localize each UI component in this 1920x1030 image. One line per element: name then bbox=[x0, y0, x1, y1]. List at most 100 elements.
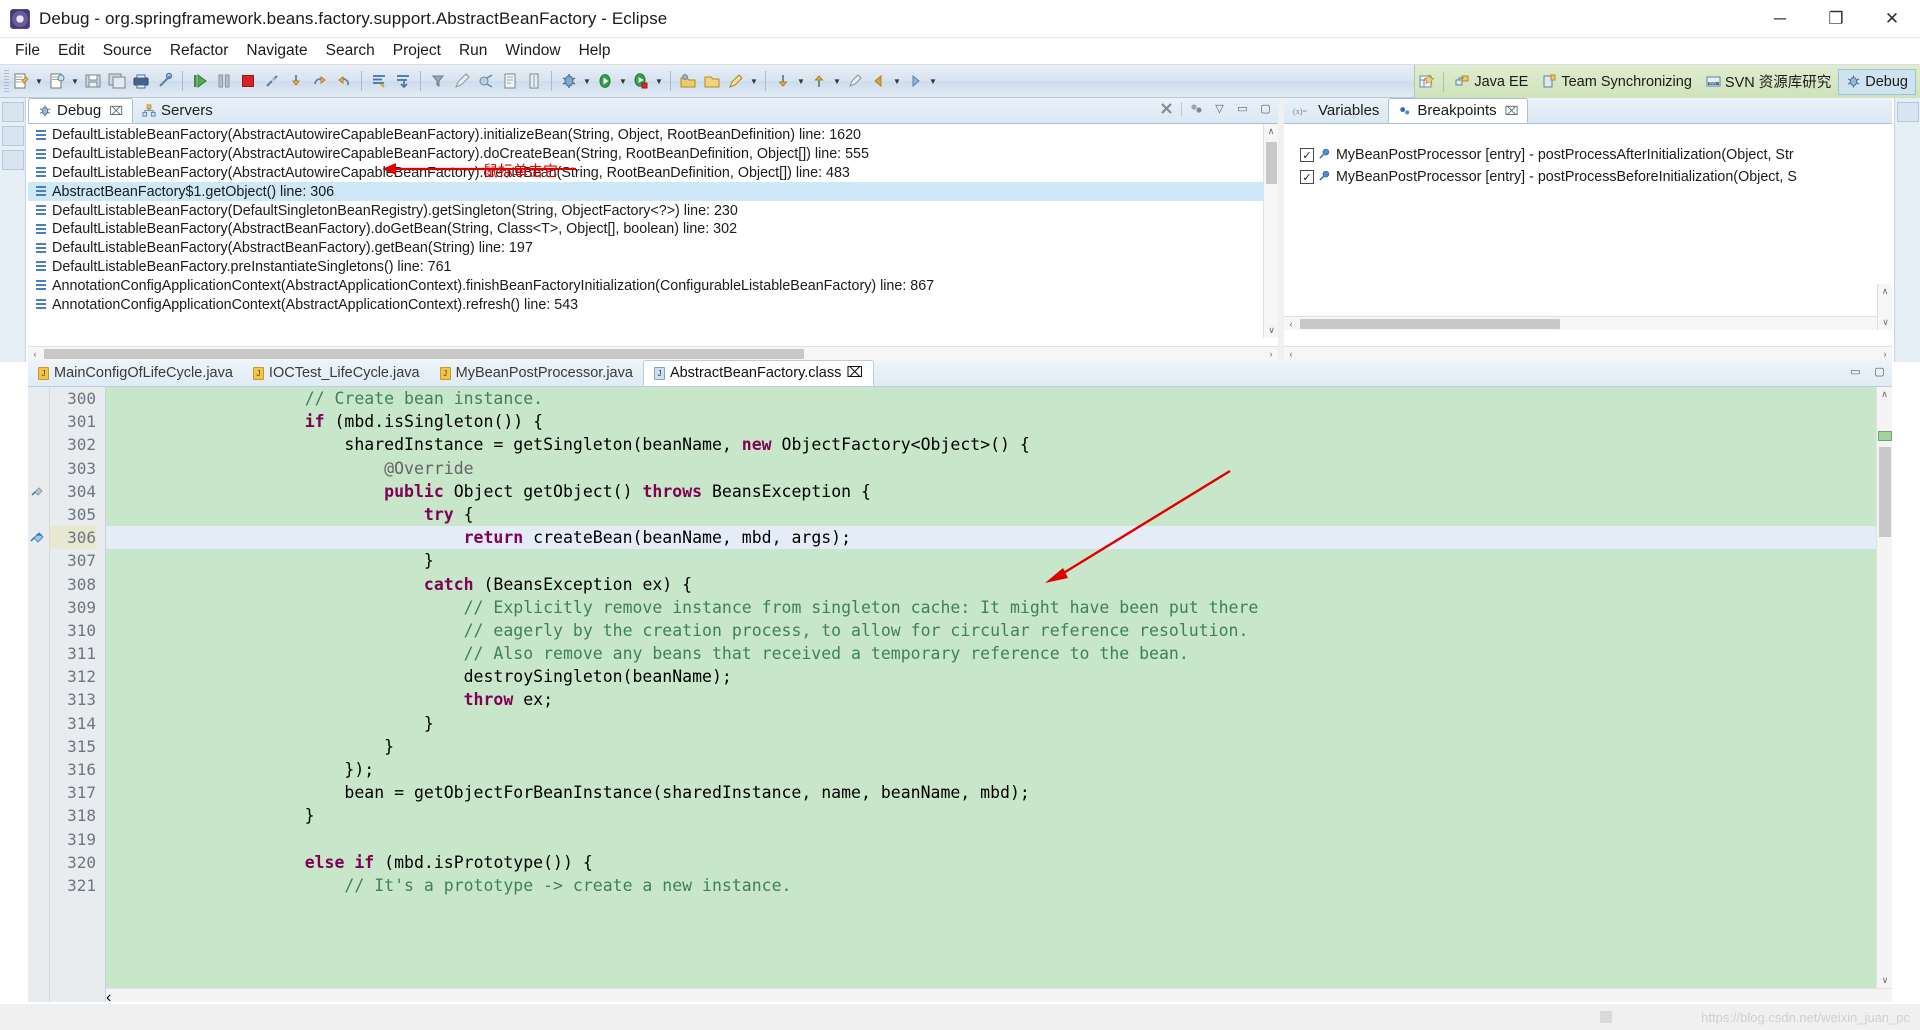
code-line[interactable]: } bbox=[106, 804, 1892, 827]
breakpoints-bottom-hscrollbar[interactable]: ‹ › bbox=[1284, 346, 1892, 360]
code-line[interactable]: destroySingleton(beanName); bbox=[106, 665, 1892, 688]
menu-item-project[interactable]: Project bbox=[384, 40, 450, 62]
bp-scroll-up-arrow-icon[interactable]: ∧ bbox=[1878, 284, 1892, 299]
bp-scroll-down-arrow-icon[interactable]: ∨ bbox=[1878, 315, 1893, 330]
editor-hscroll-left-arrow-icon[interactable]: ‹ bbox=[106, 989, 1892, 1002]
terminate-icon[interactable] bbox=[237, 70, 259, 92]
code-line[interactable]: // Explicitly remove instance from singl… bbox=[106, 596, 1892, 619]
editor-minimize-icon[interactable]: ▭ bbox=[1847, 363, 1864, 380]
breakpoint-row[interactable]: ✓ MyBeanPostProcessor [entry] - postProce… bbox=[1284, 166, 1892, 188]
perspective-java-ee[interactable]: Java EE bbox=[1448, 69, 1535, 95]
code-line[interactable]: return createBean(beanName, mbd, args); bbox=[106, 526, 1892, 550]
marker-slot[interactable] bbox=[28, 619, 49, 642]
stack-frame-row[interactable]: AnnotationConfigApplicationContext(Abstr… bbox=[28, 276, 1278, 295]
rail-package-explorer-icon[interactable] bbox=[1, 126, 24, 146]
code-line[interactable]: throw ex; bbox=[106, 688, 1892, 711]
run-coverage-icon[interactable] bbox=[630, 70, 652, 92]
stack-frames-list[interactable]: DefaultListableBeanFactory(AbstractAutow… bbox=[28, 124, 1278, 346]
code-line[interactable]: // Create bean instance. bbox=[106, 387, 1892, 410]
editor-scroll-down-arrow-icon[interactable]: ∨ bbox=[1877, 973, 1892, 988]
forward-icon[interactable] bbox=[904, 70, 926, 92]
close-tab-icon[interactable]: ⌧ bbox=[109, 104, 123, 118]
bp-hscroll-thumb[interactable] bbox=[1300, 319, 1560, 329]
new-wizard-icon[interactable] bbox=[10, 70, 32, 92]
run-dropdown-icon[interactable]: ▼ bbox=[617, 70, 629, 92]
marker-slot[interactable] bbox=[28, 433, 49, 456]
tab-breakpoints[interactable]: Breakpoints ⌧ bbox=[1388, 98, 1529, 123]
stack-frame-row[interactable]: AnnotationConfigApplicationContext(Abstr… bbox=[28, 295, 1278, 314]
step-return-icon[interactable] bbox=[333, 70, 355, 92]
marker-slot[interactable] bbox=[28, 828, 49, 851]
minimize-button[interactable]: ─ bbox=[1752, 0, 1808, 38]
save-icon[interactable] bbox=[82, 70, 104, 92]
open-perspective-icon[interactable] bbox=[1416, 71, 1438, 93]
external-tools-icon[interactable] bbox=[677, 70, 699, 92]
stack-frame-row[interactable]: DefaultListableBeanFactory.preInstantiat… bbox=[28, 258, 1278, 277]
menu-item-navigate[interactable]: Navigate bbox=[237, 40, 316, 62]
breakpoint-checkbox[interactable]: ✓ bbox=[1300, 148, 1314, 162]
code-line[interactable]: sharedInstance = getSingleton(beanName, … bbox=[106, 433, 1892, 456]
code-line[interactable]: bean = getObjectForBeanInstance(sharedIn… bbox=[106, 781, 1892, 804]
marker-slot[interactable] bbox=[28, 410, 49, 433]
step-into-icon[interactable] bbox=[285, 70, 307, 92]
code-line[interactable]: // Also remove any beans that received a… bbox=[106, 642, 1892, 665]
stack-frame-row[interactable]: AbstractBeanFactory$1.getObject() line: … bbox=[28, 182, 1278, 202]
editor-maximize-icon[interactable]: ▢ bbox=[1871, 363, 1888, 380]
hscroll-thumb[interactable] bbox=[44, 349, 804, 359]
use-step-filters-icon[interactable] bbox=[427, 70, 449, 92]
open-folder-icon[interactable] bbox=[701, 70, 723, 92]
breakpoints-vertical-scrollbar[interactable]: ∧ ∨ bbox=[1877, 284, 1892, 330]
debug-dropdown-icon[interactable]: ▼ bbox=[581, 70, 593, 92]
next-annotation-dropdown-icon[interactable]: ▼ bbox=[795, 70, 807, 92]
editor-overview-marker[interactable] bbox=[1878, 431, 1892, 441]
code-line[interactable]: }); bbox=[106, 758, 1892, 781]
debug-view-vertical-scrollbar[interactable]: ∧ ∨ bbox=[1263, 124, 1278, 338]
editor-tab-abstractbeanfactory-class[interactable]: J AbstractBeanFactory.class ⌧ bbox=[642, 360, 875, 386]
stack-frame-row[interactable]: DefaultListableBeanFactory(AbstractBeanF… bbox=[28, 220, 1278, 239]
run-coverage-dropdown-icon[interactable]: ▼ bbox=[653, 70, 665, 92]
marker-slot[interactable] bbox=[28, 874, 49, 897]
build-icon[interactable] bbox=[475, 70, 497, 92]
menu-item-help[interactable]: Help bbox=[570, 40, 620, 62]
code-line[interactable]: } bbox=[106, 712, 1892, 735]
new-java-class-dropdown-icon[interactable]: ▼ bbox=[69, 70, 81, 92]
view-menu-icon[interactable]: ▽ bbox=[1211, 100, 1228, 117]
marker-slot[interactable] bbox=[28, 712, 49, 735]
code-line[interactable]: public Object getObject() throws BeansEx… bbox=[106, 480, 1892, 503]
close-button[interactable]: ✕ bbox=[1864, 0, 1920, 38]
stack-frame-row[interactable]: DefaultListableBeanFactory(AbstractAutow… bbox=[28, 164, 1278, 183]
breakpoint-row[interactable]: ✓ MyBeanPostProcessor [entry] - postProce… bbox=[1284, 144, 1892, 166]
new-java-class-icon[interactable] bbox=[46, 70, 68, 92]
marker-slot[interactable] bbox=[28, 549, 49, 572]
search-dropdown-icon[interactable]: ▼ bbox=[748, 70, 760, 92]
bp-bottom-left-arrow-icon[interactable]: ‹ bbox=[1284, 347, 1298, 361]
debug-view-horizontal-scrollbar[interactable]: ‹ › bbox=[28, 346, 1278, 360]
scroll-up-arrow-icon[interactable]: ∧ bbox=[1264, 124, 1278, 139]
bp-bottom-right-arrow-icon[interactable]: › bbox=[1878, 347, 1892, 361]
disconnect-icon[interactable] bbox=[261, 70, 283, 92]
previous-annotation-icon[interactable] bbox=[808, 70, 830, 92]
tab-servers[interactable]: Servers bbox=[133, 98, 222, 123]
code-line[interactable]: } bbox=[106, 549, 1892, 572]
code-line[interactable]: else if (mbd.isPrototype()) { bbox=[106, 851, 1892, 874]
editor-scroll-up-arrow-icon[interactable]: ∧ bbox=[1877, 387, 1892, 402]
open-type-icon[interactable] bbox=[499, 70, 521, 92]
link-icon[interactable] bbox=[154, 70, 176, 92]
suspend-icon[interactable] bbox=[213, 70, 235, 92]
stack-frame-row[interactable]: DefaultListableBeanFactory(AbstractBeanF… bbox=[28, 239, 1278, 258]
rail-outline-toggle-icon[interactable] bbox=[1896, 102, 1919, 122]
marker-slot[interactable] bbox=[28, 596, 49, 619]
code-line[interactable]: } bbox=[106, 735, 1892, 758]
marker-slot[interactable] bbox=[28, 387, 49, 410]
step-filter-icon[interactable] bbox=[368, 70, 390, 92]
maximize-icon[interactable]: ▢ bbox=[1257, 100, 1274, 117]
marker-slot[interactable] bbox=[28, 480, 49, 503]
new-wizard-dropdown-icon[interactable]: ▼ bbox=[33, 70, 45, 92]
stack-frame-row[interactable]: DefaultListableBeanFactory(DefaultSingle… bbox=[28, 201, 1278, 220]
perspective-debug[interactable]: Debug bbox=[1838, 68, 1916, 95]
marker-slot[interactable] bbox=[28, 573, 49, 596]
menu-item-source[interactable]: Source bbox=[94, 40, 161, 62]
drop-to-frame-icon[interactable] bbox=[392, 70, 414, 92]
close-tab-icon[interactable]: ⌧ bbox=[1505, 104, 1519, 118]
debug-view-menu-extra-icon[interactable] bbox=[1188, 100, 1205, 117]
